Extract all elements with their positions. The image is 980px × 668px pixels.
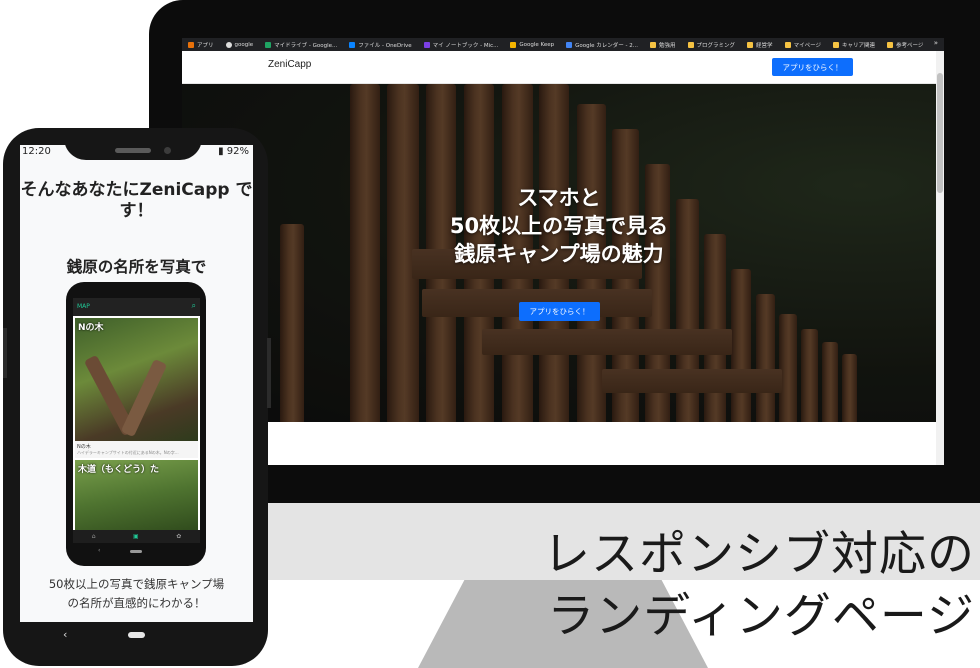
map-icon[interactable]: ▣ xyxy=(133,533,139,540)
back-icon[interactable]: ‹ xyxy=(63,628,67,641)
spot-description: ハイデラーキャンプサイトの付近にあるNの木。Nの字... xyxy=(77,450,179,455)
spot-card[interactable]: 木道（もくどう）た xyxy=(75,460,198,532)
hero-title: スマホと 50枚以上の写真で見る 銭原キャンプ場の魅力 xyxy=(449,186,669,266)
home-indicator[interactable] xyxy=(128,632,145,638)
phone-side-button xyxy=(3,328,7,378)
onedrive-icon xyxy=(349,41,356,48)
bookmark-item[interactable]: アプリ xyxy=(188,41,214,49)
phone-section-heading: 銭原の名所を写真で xyxy=(66,258,207,276)
phone-notch xyxy=(64,128,202,160)
phone-description: 50枚以上の写真で銭原キャンプ場 の名所が直感的にわかる！ xyxy=(48,577,225,610)
battery-level: ▮ 92% xyxy=(218,146,249,157)
hero-section: スマホと 50枚以上の写真で見る 銭原キャンプ場の魅力 アプリをひらく！ xyxy=(182,84,936,422)
signal-icon: ▮ xyxy=(218,146,227,157)
mini-app-title: MAP xyxy=(77,303,90,310)
folder-icon xyxy=(784,41,791,48)
spot-photo-title: Nの木 xyxy=(78,323,104,333)
apps-icon xyxy=(188,41,194,48)
bookmark-folder[interactable]: 勉強用 xyxy=(650,41,676,49)
phone-page-title: そんなあなたにZeniCapp です！ xyxy=(20,180,253,221)
bookmark-folder[interactable]: プログラミング xyxy=(687,41,735,49)
mini-home-indicator[interactable] xyxy=(130,550,142,553)
caption-text: レスポンシブ対応の ランディングページ xyxy=(543,527,975,644)
drive-icon xyxy=(265,41,272,48)
open-app-button[interactable]: アプリをひらく！ xyxy=(772,58,853,76)
tree-trunk xyxy=(120,358,168,438)
spot-card[interactable]: Nの木 Nの木 ハイデラーキャンプサイトの付近にあるNの木。Nの字... xyxy=(75,318,198,458)
bookmark-item[interactable]: google xyxy=(225,41,253,48)
status-time: 12:20 xyxy=(22,146,51,157)
bookmark-item[interactable]: Google カレンダー - 2... xyxy=(566,41,638,49)
home-icon[interactable]: ⌂ xyxy=(92,533,96,540)
spot-photo-title: 木道（もくどう）た xyxy=(78,465,160,475)
bookmark-item[interactable]: マイドライブ - Google... xyxy=(265,41,337,49)
calendar-icon xyxy=(566,41,573,48)
keep-icon xyxy=(510,41,517,48)
bookmark-folder[interactable]: キャリア関連 xyxy=(832,41,875,49)
folder-icon xyxy=(650,41,657,48)
spot-name: Nの木 xyxy=(77,444,91,450)
spots-icon[interactable]: ✿ xyxy=(176,533,181,540)
phone-side-button xyxy=(267,338,271,408)
desktop-browser-screen: アプリ google マイドライブ - Google... ファイル - One… xyxy=(182,38,944,465)
bookmark-item[interactable]: Google Keep xyxy=(510,41,554,48)
brand-logo[interactable]: ZeniCapp xyxy=(268,59,311,70)
scrollbar[interactable] xyxy=(936,51,944,465)
camera-icon xyxy=(164,147,171,154)
bookmark-item[interactable]: マイ ノートブック - Mic... xyxy=(423,41,498,49)
spot-photo: Nの木 xyxy=(75,318,198,441)
spot-photo: 木道（もくどう）た xyxy=(75,460,198,532)
folder-icon xyxy=(687,41,694,48)
mini-phone-screen: MAP ⌕ Nの木 Nの木 ハイデラーキャンプサイトの付近にあるNの木。Nの字.… xyxy=(73,298,200,543)
onenote-icon xyxy=(423,41,430,48)
site-navbar: ZeniCapp アプリをひらく！ xyxy=(182,51,944,84)
bookmark-folder[interactable]: マイページ xyxy=(784,41,821,49)
bookmark-folder[interactable]: 経営学 xyxy=(747,41,773,49)
search-icon[interactable]: ⌕ xyxy=(192,301,196,311)
more-bookmarks-icon[interactable]: » xyxy=(934,39,938,47)
mini-bottom-nav: ⌂ ▣ ✿ xyxy=(73,530,200,543)
folder-icon xyxy=(747,41,754,48)
mini-back-icon[interactable]: ‹ xyxy=(98,547,100,554)
hero-open-app-button[interactable]: アプリをひらく！ xyxy=(519,302,600,321)
globe-icon xyxy=(225,41,232,48)
phone-speaker xyxy=(115,148,151,153)
bookmarks-bar: アプリ google マイドライブ - Google... ファイル - One… xyxy=(182,38,944,51)
mini-app-bar: MAP ⌕ xyxy=(73,298,200,316)
bookmark-item[interactable]: ファイル - OneDrive xyxy=(349,41,412,49)
scrollbar-thumb[interactable] xyxy=(937,73,943,193)
folder-icon xyxy=(832,41,839,48)
folder-icon xyxy=(886,41,893,48)
bookmark-folder[interactable]: 参考ページ xyxy=(886,41,923,49)
